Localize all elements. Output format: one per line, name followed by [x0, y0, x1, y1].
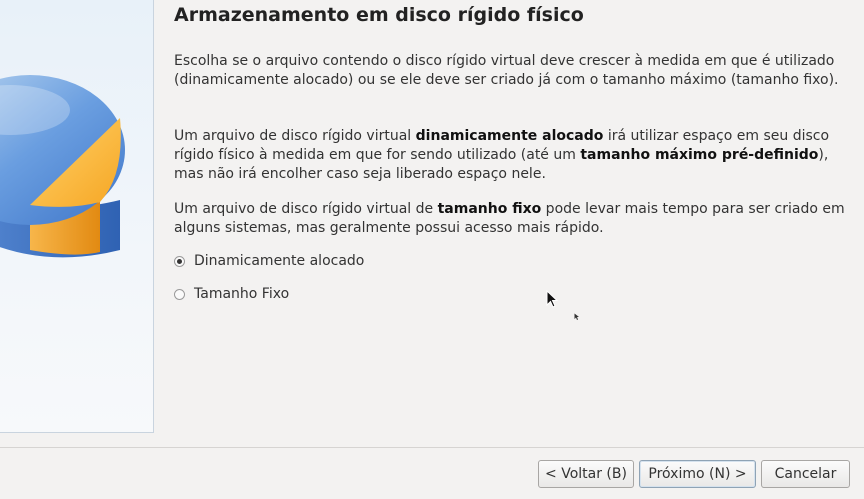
- radio-dynamic-label[interactable]: Dinamicamente alocado: [194, 253, 364, 269]
- page-title: Armazenamento em disco rígido físico: [174, 4, 584, 26]
- fixed-bold-1: tamanho fixo: [437, 201, 542, 217]
- radio-dynamic-option[interactable]: Dinamicamente alocado: [174, 253, 364, 269]
- button-separator: [0, 447, 864, 448]
- fixed-description: Um arquivo de disco rígido virtual de ta…: [174, 200, 846, 238]
- radio-fixed-label[interactable]: Tamanho Fixo: [194, 286, 289, 302]
- wizard-dialog: Armazenamento em disco rígido físico Esc…: [0, 0, 864, 499]
- radio-fixed-option[interactable]: Tamanho Fixo: [174, 286, 289, 302]
- disk-pie-icon: [0, 75, 125, 258]
- dynamic-description: Um arquivo de disco rígido virtual dinam…: [174, 127, 846, 184]
- dynamic-bold-1: dinamicamente alocado: [415, 128, 604, 144]
- mouse-pointer-icon: [546, 290, 559, 308]
- radio-dynamic[interactable]: [174, 255, 185, 267]
- dynamic-text-1: Um arquivo de disco rígido virtual: [174, 128, 416, 144]
- fixed-text-1: Um arquivo de disco rígido virtual de: [174, 201, 438, 217]
- cancel-button[interactable]: Cancelar: [761, 460, 850, 488]
- small-pointer-icon: [574, 313, 579, 320]
- dynamic-bold-2: tamanho máximo pré-definido: [580, 147, 819, 163]
- side-panel: [0, 0, 154, 433]
- radio-fixed[interactable]: [174, 288, 185, 300]
- next-button[interactable]: Próximo (N) >: [639, 460, 756, 488]
- back-button[interactable]: < Voltar (B): [538, 460, 634, 488]
- intro-paragraph: Escolha se o arquivo contendo o disco rí…: [174, 53, 839, 88]
